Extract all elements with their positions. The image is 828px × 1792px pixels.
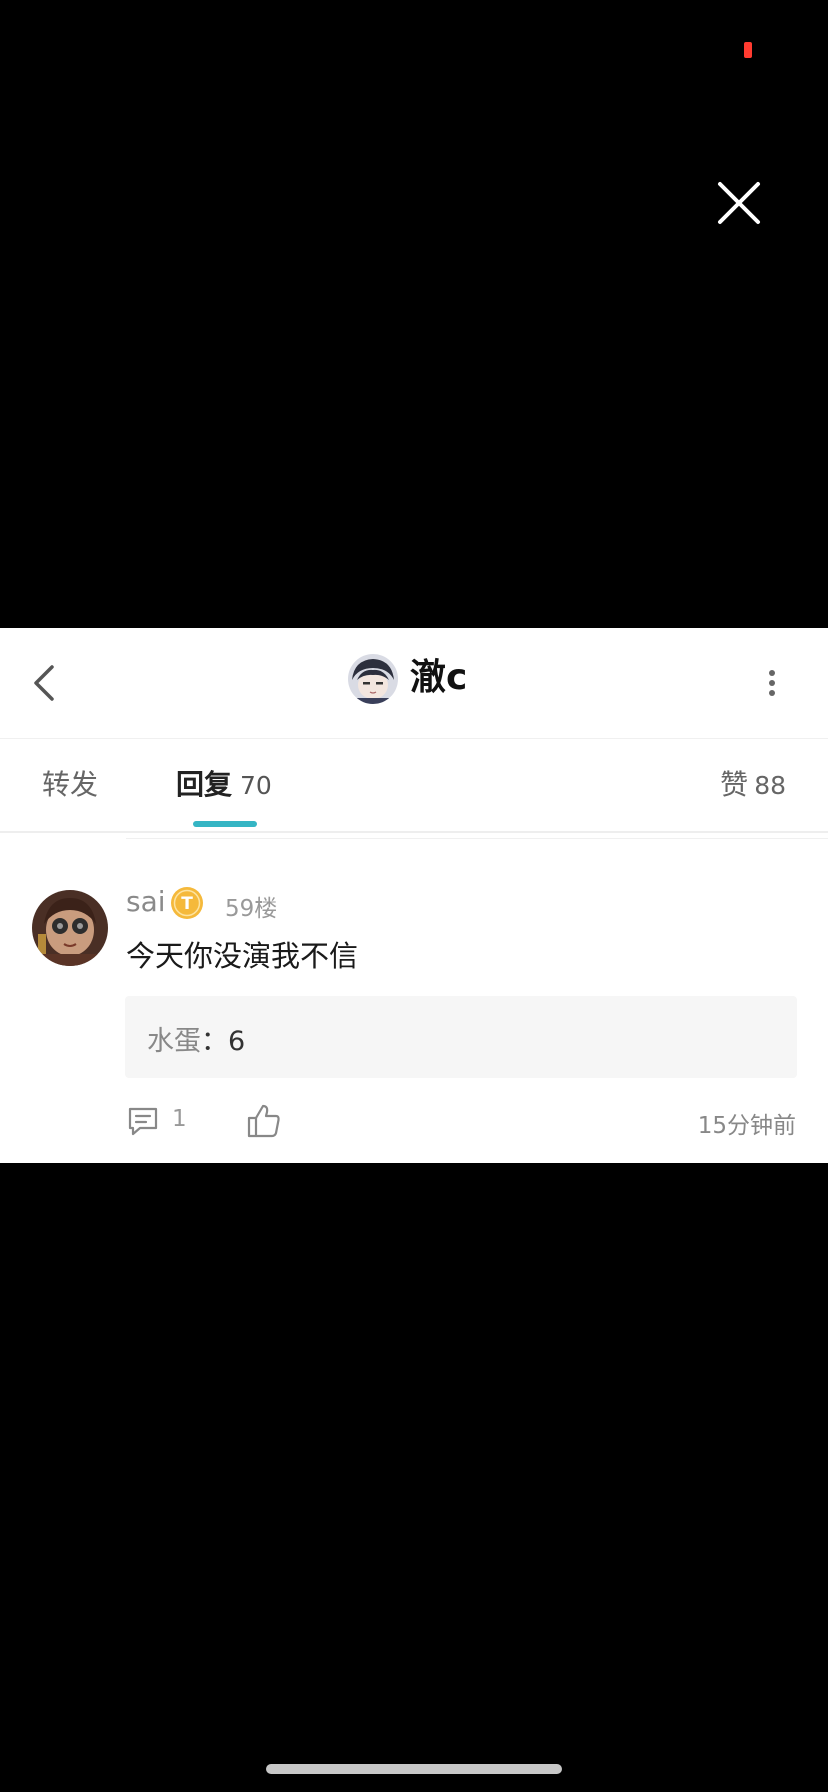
tab-like-label: 赞 bbox=[720, 768, 749, 801]
tab-forward[interactable]: 转发 bbox=[42, 763, 98, 803]
tab-like-count: 88 bbox=[754, 771, 786, 800]
badge-letter: T bbox=[181, 894, 193, 914]
tab-reply-label: 回复 bbox=[176, 768, 233, 801]
tab-bar: 转发 回复 70 赞 88 bbox=[0, 739, 828, 833]
page-title: 澈c bbox=[410, 657, 468, 698]
recording-indicator bbox=[744, 42, 752, 58]
commenter-username[interactable]: sai bbox=[126, 885, 166, 918]
thumbs-up-icon bbox=[247, 1104, 280, 1138]
divider bbox=[126, 838, 828, 839]
tab-like[interactable]: 赞 88 bbox=[720, 763, 786, 803]
tab-reply[interactable]: 回复 70 bbox=[176, 763, 272, 803]
more-button[interactable] bbox=[754, 658, 790, 708]
home-indicator[interactable] bbox=[266, 1764, 562, 1774]
nested-reply-author[interactable]: 水蛋 bbox=[147, 1026, 201, 1057]
comment-text: 今天你没演我不信 bbox=[126, 939, 359, 973]
like-button[interactable] bbox=[246, 1102, 282, 1140]
commenter-avatar[interactable] bbox=[32, 890, 108, 966]
reply-count: 1 bbox=[172, 1106, 187, 1132]
comment-icon bbox=[128, 1107, 158, 1136]
close-button[interactable] bbox=[714, 178, 764, 228]
comment-card: 澈c 转发 回复 70 赞 88 sai T 59楼 今天你没演我不信 水蛋：6… bbox=[0, 628, 828, 1163]
active-tab-indicator bbox=[193, 821, 257, 827]
nested-reply-text: 6 bbox=[228, 1026, 246, 1057]
tab-reply-count: 70 bbox=[240, 771, 272, 800]
chevron-left-icon bbox=[34, 665, 54, 701]
avatar-image bbox=[32, 890, 108, 966]
close-icon bbox=[718, 182, 760, 224]
avatar-image bbox=[348, 654, 398, 704]
header-avatar[interactable] bbox=[348, 654, 398, 704]
nested-reply[interactable]: 水蛋：6 bbox=[125, 996, 797, 1078]
tab-forward-label: 转发 bbox=[42, 768, 99, 801]
comment-timestamp: 15分钟前 bbox=[697, 1113, 796, 1139]
level-badge-icon: T bbox=[170, 886, 206, 922]
nested-reply-separator: ： bbox=[201, 1026, 228, 1057]
header: 澈c bbox=[0, 628, 828, 739]
back-button[interactable] bbox=[26, 658, 66, 708]
floor-number: 59楼 bbox=[225, 896, 278, 922]
more-vertical-icon bbox=[769, 670, 775, 696]
nested-reply-content: 水蛋：6 bbox=[147, 1019, 245, 1058]
reply-button[interactable] bbox=[126, 1104, 160, 1144]
